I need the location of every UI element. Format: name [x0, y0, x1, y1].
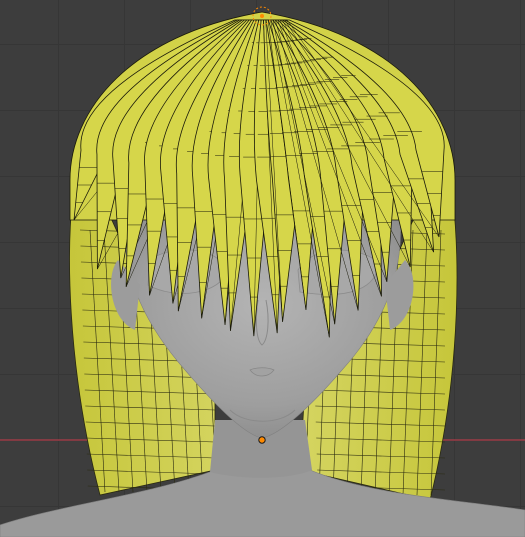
viewport-scene[interactable] [0, 0, 525, 537]
3d-viewport[interactable] [0, 0, 525, 537]
object-origin[interactable] [258, 436, 266, 444]
